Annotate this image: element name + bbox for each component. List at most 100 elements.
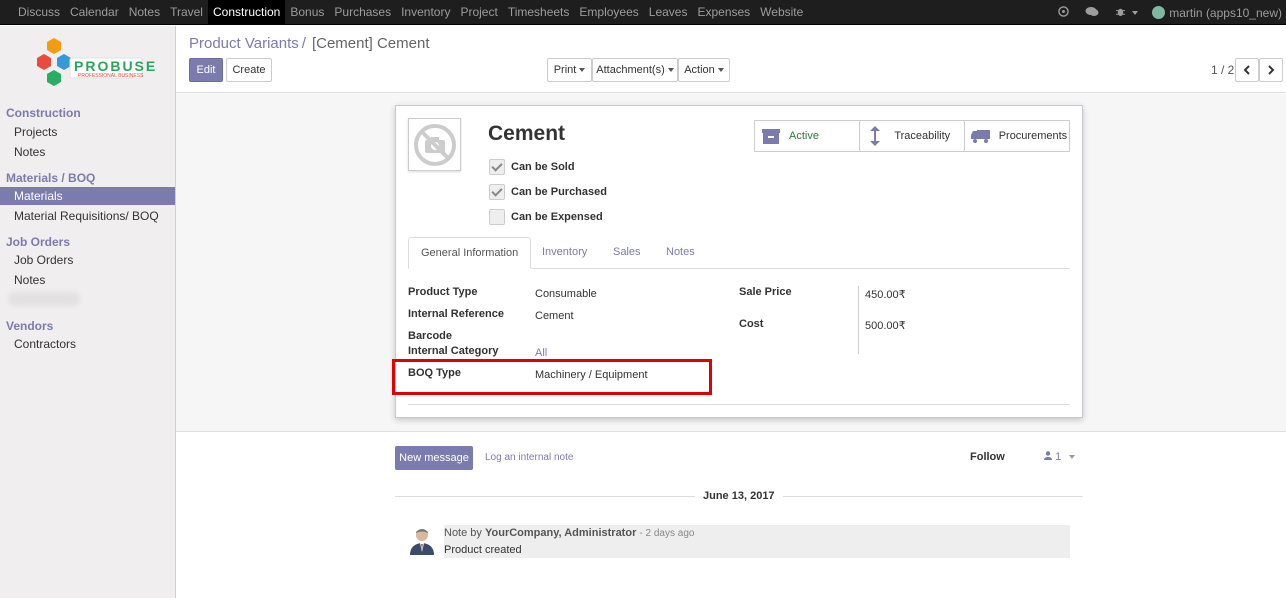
field-label-internal-reference: Internal Reference (408, 308, 504, 320)
field-sale-price: 450.00₹ (865, 289, 906, 301)
user-avatar (1152, 6, 1166, 19)
app-menu: Discuss Calendar Notes Travel Constructi… (13, 0, 808, 25)
message-body: Product created (444, 544, 522, 556)
no-camera-icon (414, 124, 456, 166)
sidebar-section-materials-boq[interactable]: Materials / BOQ (6, 171, 95, 185)
chevron-right-icon (1268, 65, 1275, 75)
checkbox-can-be-purchased[interactable]: Can be Purchased (489, 184, 607, 200)
attachments-dropdown[interactable]: Attachment(s) (592, 58, 678, 82)
date-separator: June 13, 2017 (695, 490, 783, 502)
procurements-button[interactable]: Procurements (965, 121, 1069, 151)
checkbox-can-be-expensed[interactable]: Can be Expensed (489, 209, 603, 225)
menu-bonus[interactable]: Bonus (285, 0, 329, 25)
debug-bug-icon[interactable] (1115, 6, 1139, 20)
menu-discuss[interactable]: Discuss (13, 0, 65, 25)
field-internal-category-link[interactable]: All (535, 347, 547, 359)
vertical-arrows-icon (870, 126, 881, 146)
sidebar-item-notes[interactable]: Notes (0, 143, 175, 161)
breadcrumb: Product Variants / [Cement] Cement (189, 35, 430, 52)
checkbox-label: Can be Sold (511, 161, 575, 173)
sidebar-item-projects[interactable]: Projects (0, 123, 175, 141)
followers-count: 1 (1055, 451, 1062, 463)
logo-tagline: PROFESSIONAL BUSINESS (78, 73, 144, 79)
menu-purchases[interactable]: Purchases (329, 0, 396, 25)
traceability-button[interactable]: Traceability (860, 121, 965, 151)
breadcrumb-product-variants[interactable]: Product Variants (189, 35, 299, 52)
boq-type-highlight-box (392, 359, 712, 395)
product-image[interactable] (408, 118, 461, 171)
tab-notes[interactable]: Notes (654, 237, 707, 269)
procurements-label: Procurements (998, 130, 1068, 142)
tab-inventory[interactable]: Inventory (530, 237, 599, 269)
author-avatar (407, 525, 437, 555)
tab-sales[interactable]: Sales (601, 237, 653, 269)
sidebar-item-job-notes[interactable]: Notes (0, 271, 175, 289)
breadcrumb-current: [Cement] Cement (311, 35, 430, 52)
menu-travel[interactable]: Travel (165, 0, 208, 25)
checkbox-checked-icon[interactable] (489, 184, 505, 200)
create-button[interactable]: Create (226, 58, 272, 82)
field-cost: 500.00₹ (865, 320, 906, 332)
field-label-product-type: Product Type (408, 286, 478, 298)
sidebar-section-construction[interactable]: Construction (6, 106, 81, 120)
follow-button[interactable]: Follow (970, 451, 1005, 463)
field-label-barcode: Barcode (408, 330, 453, 342)
menu-project[interactable]: Project (455, 0, 502, 25)
sidebar: PROBUSE PROFESSIONAL BUSINESS Constructi… (0, 26, 176, 598)
menu-construction[interactable]: Construction (207, 0, 286, 25)
field-label-sale-price: Sale Price (739, 286, 792, 298)
checkbox-unchecked-icon[interactable] (489, 209, 505, 225)
breadcrumb-separator: / (301, 35, 306, 52)
logo-name: PROBUSE (74, 58, 158, 74)
menu-employees[interactable]: Employees (574, 0, 643, 25)
menu-inventory[interactable]: Inventory (396, 0, 455, 25)
traceability-label: Traceability (894, 130, 951, 142)
sidebar-item-contractors[interactable]: Contractors (0, 335, 175, 353)
pager-value: 1 / 2 (1211, 63, 1235, 77)
menu-timesheets[interactable]: Timesheets (503, 0, 575, 25)
truck-icon (970, 130, 990, 143)
action-dropdown[interactable]: Action (678, 58, 730, 82)
user-menu[interactable]: martin (apps10_new) (1152, 6, 1286, 20)
help-icon[interactable] (1058, 5, 1069, 20)
action-label: Action (684, 64, 715, 76)
sidebar-item-job-orders[interactable]: Job Orders (0, 251, 175, 269)
attachments-label: Attachment(s) (596, 64, 665, 76)
message-author[interactable]: YourCompany, Administrator (485, 527, 636, 539)
menu-leaves[interactable]: Leaves (644, 0, 693, 25)
chat-icon[interactable] (1085, 6, 1099, 20)
sheet-divider (408, 404, 1070, 405)
checkbox-label: Can be Purchased (511, 186, 607, 198)
tab-general-information[interactable]: General Information (408, 237, 532, 269)
sidebar-section-job-orders[interactable]: Job Orders (6, 235, 70, 249)
sidebar-item-blurred[interactable] (8, 292, 80, 306)
menu-expenses[interactable]: Expenses (692, 0, 755, 25)
followers-dropdown[interactable]: 1 (1044, 451, 1076, 463)
menu-notes[interactable]: Notes (124, 0, 165, 25)
field-label-cost: Cost (739, 318, 764, 330)
caret-down-icon (667, 68, 674, 73)
caret-down-icon (1069, 455, 1076, 460)
new-message-button[interactable]: New message (395, 446, 473, 470)
checkbox-label: Can be Expensed (511, 211, 603, 223)
sidebar-item-materials[interactable]: Materials (0, 187, 175, 205)
checkbox-can-be-sold[interactable]: Can be Sold (489, 159, 575, 175)
stat-button-box: Active Traceability Procurements (754, 120, 1070, 152)
pager-previous-button[interactable] (1235, 58, 1259, 82)
edit-button[interactable]: Edit (189, 58, 223, 82)
sidebar-item-material-requisitions[interactable]: Material Requisitions/ BOQ (0, 207, 175, 225)
message-time: - 2 days ago (639, 528, 695, 539)
menu-website[interactable]: Website (755, 0, 808, 25)
pager-next-button[interactable] (1259, 58, 1283, 82)
menu-calendar[interactable]: Calendar (65, 0, 124, 25)
field-label-internal-category: Internal Category (408, 345, 499, 357)
log-note-link[interactable]: Log an internal note (485, 452, 573, 463)
checkbox-checked-icon[interactable] (489, 159, 505, 175)
archive-box-icon (762, 129, 780, 144)
sidebar-section-vendors[interactable]: Vendors (6, 319, 53, 333)
user-icon (1044, 451, 1052, 460)
active-label: Active (789, 130, 819, 142)
print-dropdown[interactable]: Print (547, 58, 592, 82)
active-toggle-button[interactable]: Active (755, 121, 861, 151)
caret-down-icon (717, 68, 724, 73)
